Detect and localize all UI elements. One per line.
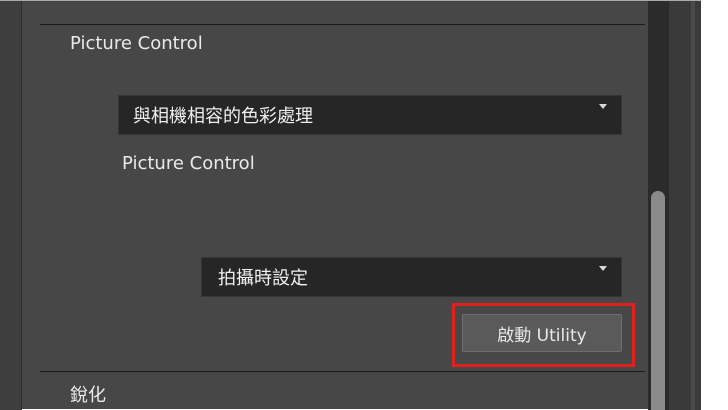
highlight-annotation [452,303,635,367]
picture-control-value: 拍攝時設定 [218,268,308,289]
chevron-down-icon [599,104,607,109]
color-processing-dropdown[interactable]: 與相機相容的色彩處理 [118,95,622,135]
settings-window: Picture Control 與相機相容的色彩處理 Picture Contr… [0,0,701,410]
section-divider-bottom [40,371,645,372]
picture-control-label: Picture Control [122,153,255,174]
section-title-sharpening: 銳化 [70,385,106,406]
section-divider-top [40,24,645,25]
picture-control-dropdown[interactable]: 拍攝時設定 [201,257,622,297]
right-gutter-divider [691,1,695,410]
chevron-down-icon [599,266,607,271]
right-gutter [668,1,701,410]
vertical-scrollbar-thumb[interactable] [651,191,665,410]
section-title-picture-control: Picture Control [70,33,203,54]
color-processing-value: 與相機相容的色彩處理 [133,106,313,127]
left-rail [0,1,22,410]
